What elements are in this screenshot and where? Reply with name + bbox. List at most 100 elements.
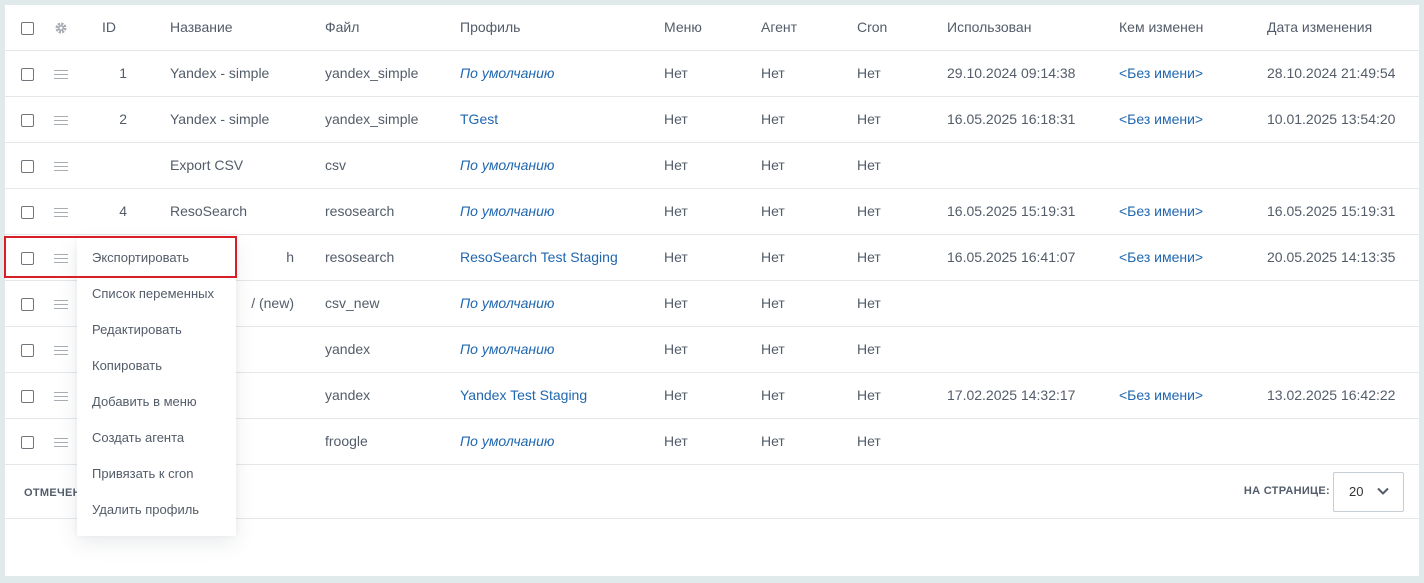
cell-name: Yandex - simple (145, 50, 300, 97)
cell-agent: Нет (736, 234, 832, 281)
cell-file: yandex (300, 326, 435, 373)
cell-menu: Нет (639, 418, 736, 465)
row-checkbox[interactable] (21, 297, 34, 311)
row-checkbox-cell (5, 418, 41, 465)
row-checkbox-cell (5, 50, 41, 97)
gear-icon[interactable] (54, 21, 68, 35)
menu-item-delete-profile[interactable]: Удалить профиль (92, 502, 199, 517)
row-checkbox[interactable] (21, 67, 34, 81)
cell-cron: Нет (832, 326, 922, 373)
table-row[interactable]: 4 ResoSearch resosearch По умолчанию Нет… (5, 188, 1419, 235)
cell-changed-at: 13.02.2025 16:42:22 (1242, 372, 1419, 419)
cell-changed-at: 28.10.2024 21:49:54 (1242, 50, 1419, 97)
profile-link[interactable]: По умолчанию (460, 295, 554, 311)
cell-changed-at (1242, 142, 1419, 189)
column-header-file[interactable]: Файл (300, 5, 435, 51)
table-row[interactable]: Export CSV csv По умолчанию Нет Нет Нет (5, 142, 1419, 189)
hamburger-menu-icon[interactable] (54, 345, 68, 356)
cell-file: csv_new (300, 280, 435, 327)
cell-agent: Нет (736, 188, 832, 235)
profile-link[interactable]: По умолчанию (460, 65, 554, 81)
profile-link[interactable]: ResoSearch Test Staging (460, 249, 618, 265)
cell-file: resosearch (300, 234, 435, 281)
hamburger-menu-icon[interactable] (54, 69, 68, 80)
row-checkbox[interactable] (21, 113, 34, 127)
select-all-cell (5, 5, 41, 51)
table-row[interactable]: 2 Yandex - simple yandex_simple TGest Не… (5, 96, 1419, 143)
menu-item-edit[interactable]: Редактировать (92, 322, 182, 337)
table-row[interactable]: 1 Yandex - simple yandex_simple По умолч… (5, 50, 1419, 97)
cell-changed-at: 20.05.2025 14:13:35 (1242, 234, 1419, 281)
menu-item-create-agent[interactable]: Создать агента (92, 430, 184, 445)
cell-menu: Нет (639, 234, 736, 281)
per-page-value: 20 (1349, 484, 1364, 499)
profile-link[interactable]: Yandex Test Staging (460, 387, 587, 403)
cell-id (79, 142, 145, 189)
cell-agent: Нет (736, 372, 832, 419)
cell-used (922, 280, 1094, 327)
changed-by-link[interactable]: <Без имени> (1119, 111, 1203, 127)
menu-item-variables-list[interactable]: Список переменных (92, 286, 214, 301)
column-header-menu[interactable]: Меню (639, 5, 736, 51)
row-context-menu: Экспортировать Список переменных Редакти… (77, 238, 236, 536)
cell-file: resosearch (300, 188, 435, 235)
cell-id: 4 (79, 188, 145, 235)
select-all-checkbox[interactable] (21, 22, 34, 36)
cell-used: 16.05.2025 16:41:07 (922, 234, 1094, 281)
cell-cron: Нет (832, 280, 922, 327)
cell-cron: Нет (832, 96, 922, 143)
cell-used: 16.05.2025 15:19:31 (922, 188, 1094, 235)
cell-name: Yandex - simple (145, 96, 300, 143)
cell-menu: Нет (639, 280, 736, 327)
cell-used: 17.02.2025 14:32:17 (922, 372, 1094, 419)
hamburger-menu-icon[interactable] (54, 391, 68, 402)
row-checkbox[interactable] (21, 435, 34, 449)
cell-cron: Нет (832, 50, 922, 97)
row-actions-cell (41, 96, 79, 143)
changed-by-link[interactable]: <Без имени> (1119, 249, 1203, 265)
row-checkbox[interactable] (21, 389, 34, 403)
hamburger-menu-icon[interactable] (54, 437, 68, 448)
column-header-id[interactable]: ID (79, 5, 145, 51)
changed-by-link[interactable]: <Без имени> (1119, 65, 1203, 81)
column-header-cron[interactable]: Cron (832, 5, 922, 51)
hamburger-menu-icon[interactable] (54, 115, 68, 126)
row-checkbox-cell (5, 280, 41, 327)
chevron-down-icon (1377, 487, 1389, 495)
profile-link[interactable]: По умолчанию (460, 203, 554, 219)
menu-item-add-to-menu[interactable]: Добавить в меню (92, 394, 197, 409)
changed-by-link[interactable]: <Без имени> (1119, 203, 1203, 219)
row-checkbox[interactable] (21, 159, 34, 173)
cell-menu: Нет (639, 142, 736, 189)
profile-link[interactable]: TGest (460, 111, 498, 127)
cell-name: Export CSV (145, 142, 300, 189)
profile-link[interactable]: По умолчанию (460, 433, 554, 449)
highlight-box (4, 236, 237, 278)
column-header-changed-by[interactable]: Кем изменен (1094, 5, 1242, 51)
changed-by-link[interactable]: <Без имени> (1119, 387, 1203, 403)
menu-item-copy[interactable]: Копировать (92, 358, 162, 373)
hamburger-menu-icon[interactable] (54, 207, 68, 218)
column-header-profile[interactable]: Профиль (435, 5, 639, 51)
column-header-used[interactable]: Использован (922, 5, 1094, 51)
per-page-label: НА СТРАНИЦЕ: (1243, 485, 1330, 497)
column-header-agent[interactable]: Агент (736, 5, 832, 51)
per-page-select[interactable]: 20 (1333, 472, 1404, 512)
cell-changed-at (1242, 280, 1419, 327)
cell-menu: Нет (639, 50, 736, 97)
row-checkbox[interactable] (21, 205, 34, 219)
column-header-changed-at[interactable]: Дата изменения (1242, 5, 1419, 51)
cell-menu: Нет (639, 188, 736, 235)
cell-agent: Нет (736, 96, 832, 143)
profile-link[interactable]: По умолчанию (460, 157, 554, 173)
menu-item-bind-cron[interactable]: Привязать к cron (92, 466, 193, 481)
cell-file: yandex_simple (300, 96, 435, 143)
cell-agent: Нет (736, 50, 832, 97)
hamburger-menu-icon[interactable] (54, 299, 68, 310)
hamburger-menu-icon[interactable] (54, 161, 68, 172)
cell-agent: Нет (736, 326, 832, 373)
profile-link[interactable]: По умолчанию (460, 341, 554, 357)
column-header-name[interactable]: Название (145, 5, 300, 51)
row-checkbox[interactable] (21, 343, 34, 357)
row-actions-cell (41, 142, 79, 189)
